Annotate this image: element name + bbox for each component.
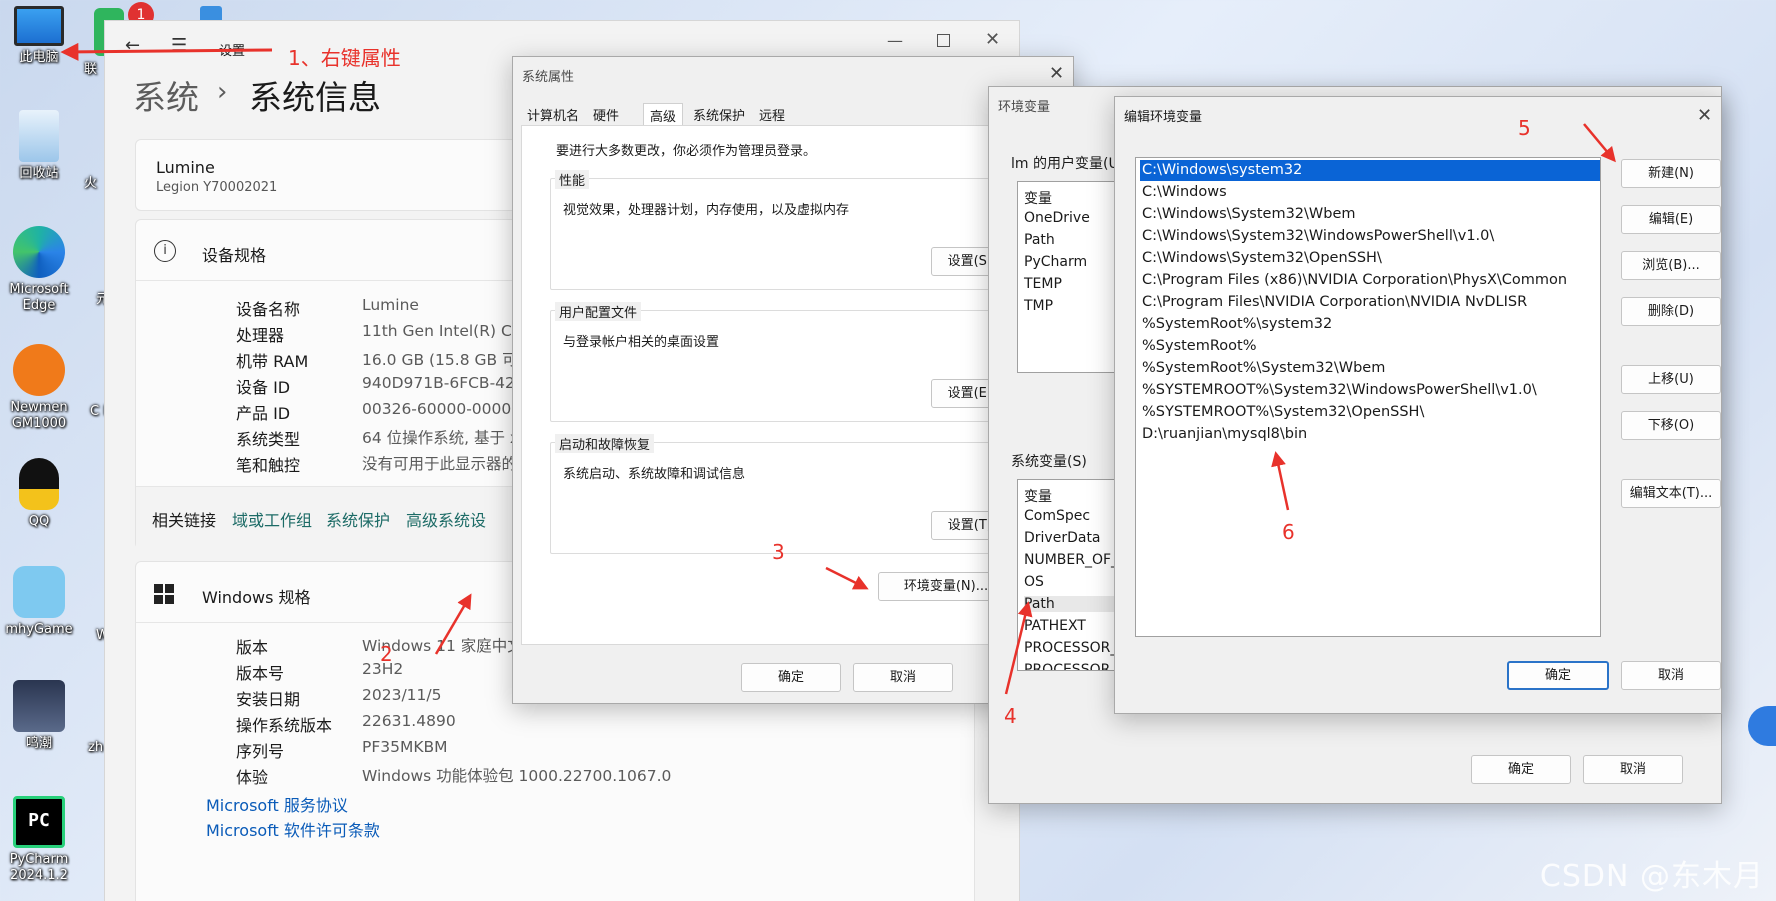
annotation-step3: 3 <box>772 540 785 564</box>
annotation-step2: 2 <box>380 642 393 666</box>
arrow-step1 <box>60 42 273 61</box>
arrow-step6 <box>1271 451 1290 511</box>
arrow-step2 <box>434 593 472 655</box>
annotation-step4: 4 <box>1004 704 1017 728</box>
arrow-step5 <box>1583 123 1616 163</box>
annotation-arrows <box>60 42 1616 695</box>
arrow-step4 <box>1004 601 1033 695</box>
annotation-step1: 1、右键属性 <box>288 46 401 70</box>
arrow-step3 <box>825 566 869 590</box>
annotation-step5: 5 <box>1518 116 1531 140</box>
annotation-step6: 6 <box>1282 520 1295 544</box>
watermark: CSDN @东木月 <box>1539 859 1764 894</box>
